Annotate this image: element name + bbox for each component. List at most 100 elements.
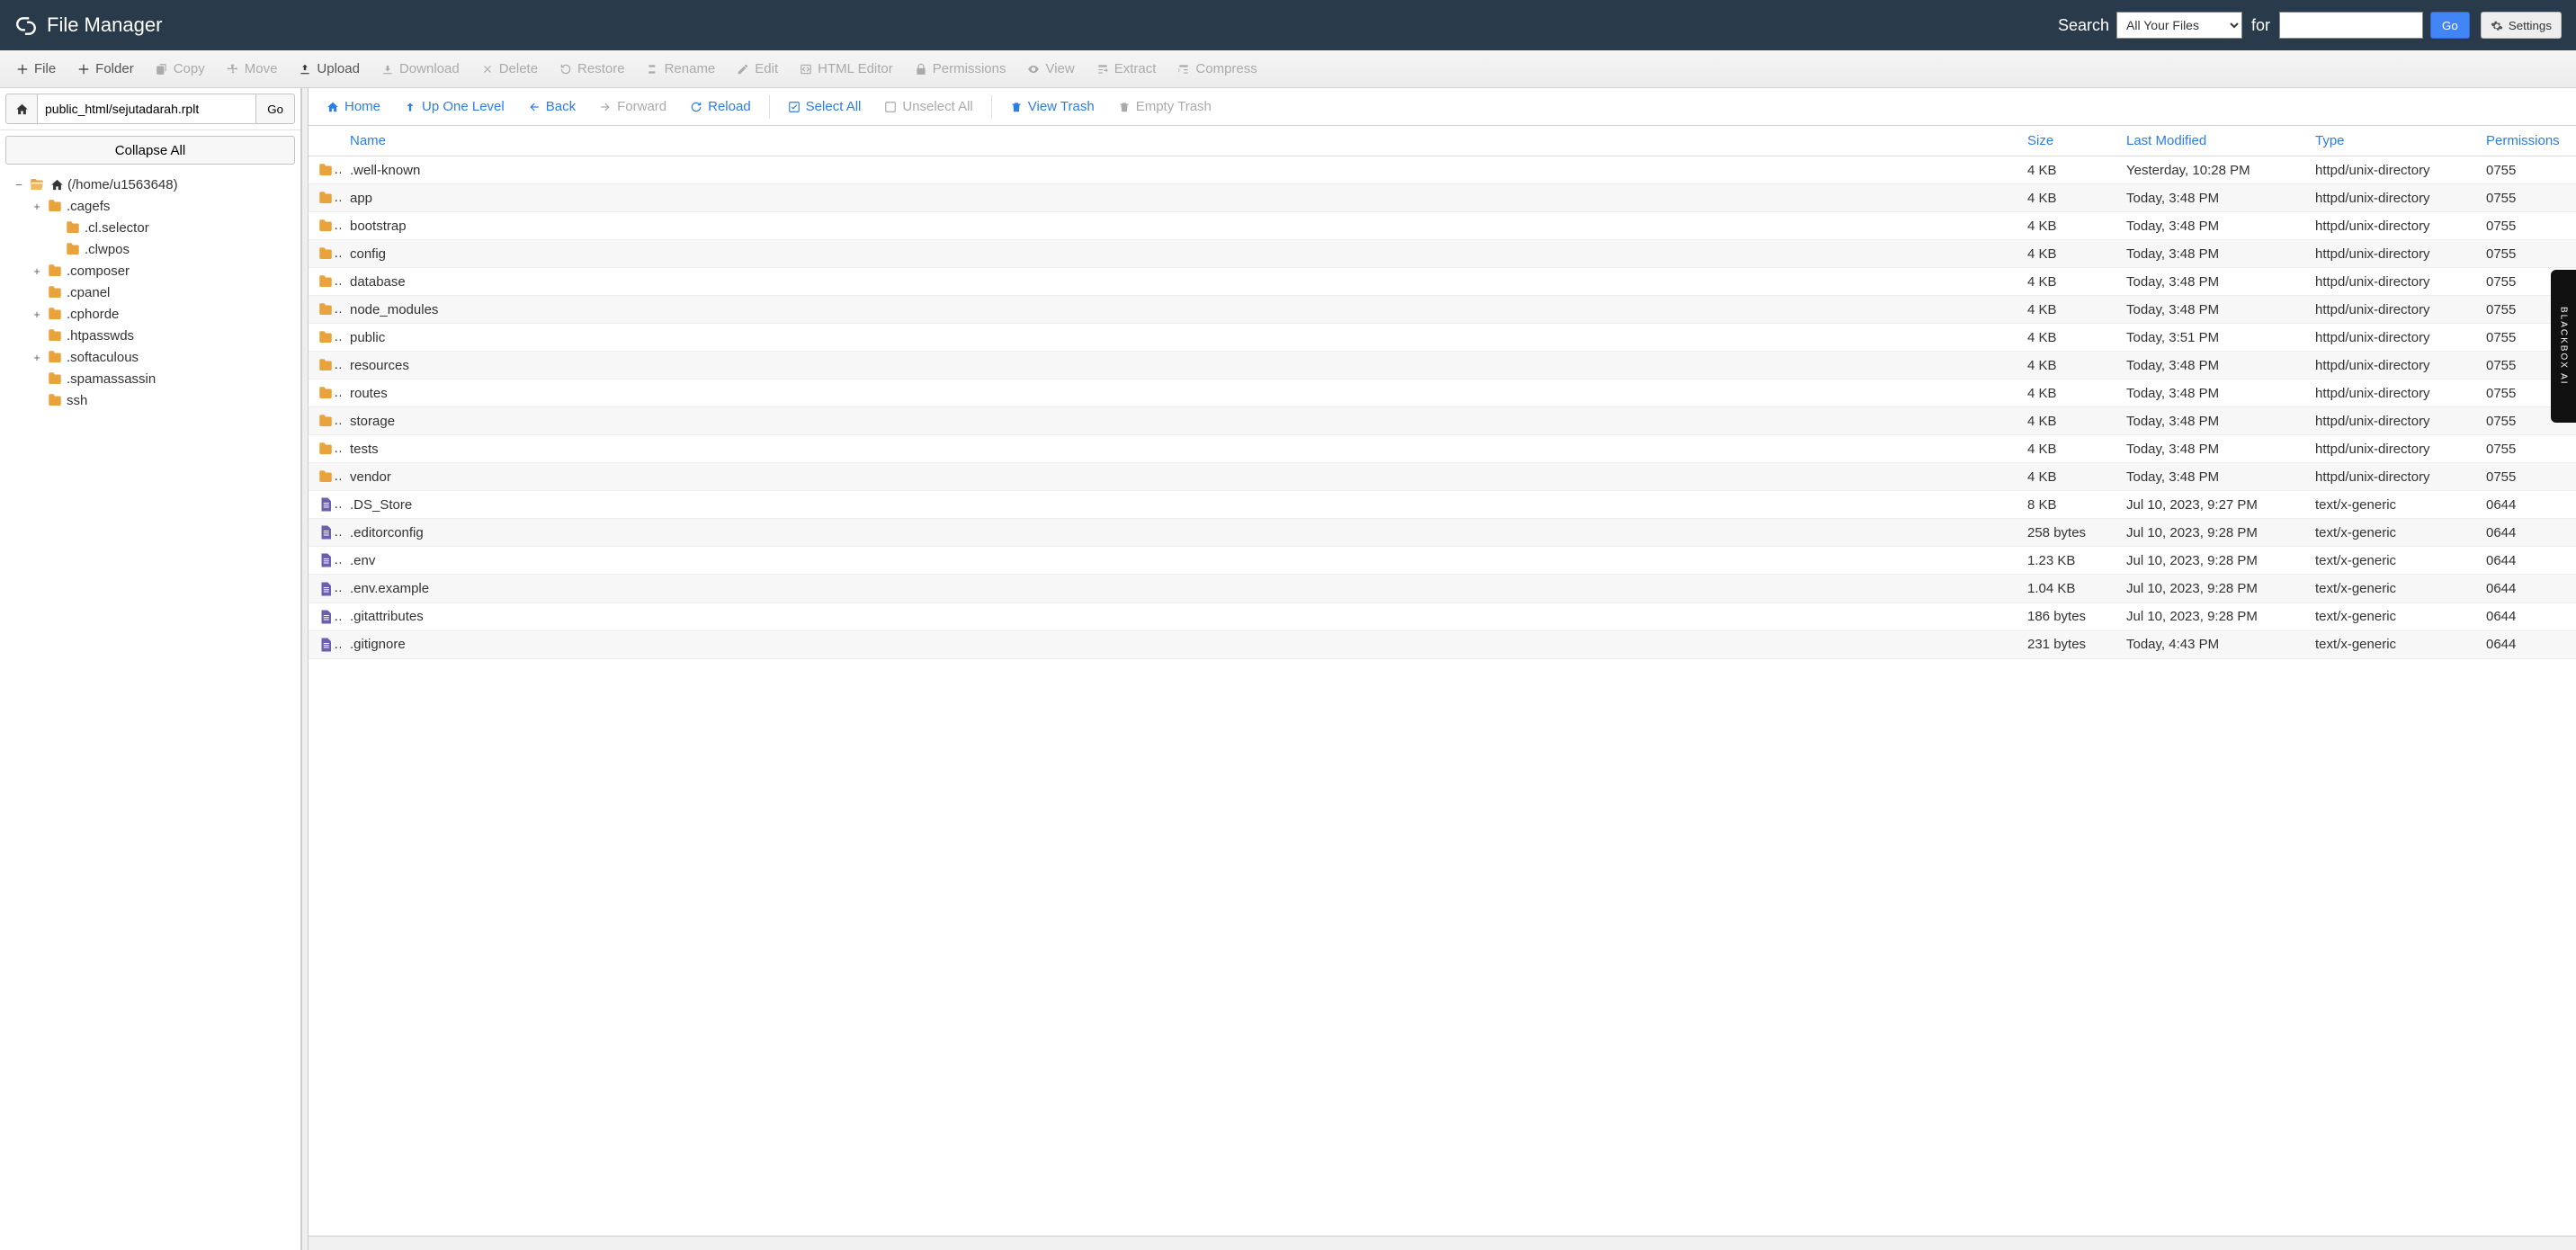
tree-item[interactable]: .cpanel <box>9 281 300 303</box>
cell-name: public <box>341 324 2018 352</box>
tree-item[interactable]: .htpasswds <box>9 325 300 346</box>
cell-modified: Today, 3:48 PM <box>2117 463 2306 491</box>
select-all-button[interactable]: Select All <box>779 94 871 120</box>
tree-item[interactable]: .clwpos <box>9 238 300 260</box>
restore-icon <box>559 61 572 76</box>
collapse-all-button[interactable]: Collapse All <box>5 136 295 165</box>
up-one-level-button[interactable]: Up One Level <box>395 94 514 120</box>
tree-toggle-icon[interactable]: + <box>31 308 43 321</box>
reload-button[interactable]: Reload <box>681 94 760 120</box>
table-row[interactable]: node_modules4 KBToday, 3:48 PMhttpd/unix… <box>309 296 2576 324</box>
app-logo[interactable]: File Manager <box>14 13 162 37</box>
table-row[interactable]: resources4 KBToday, 3:48 PMhttpd/unix-di… <box>309 352 2576 379</box>
back-button[interactable]: Back <box>519 94 585 120</box>
pane-resizer[interactable] <box>301 88 309 1250</box>
tree-toggle-icon[interactable]: + <box>31 264 43 278</box>
download-button[interactable]: Download <box>372 56 469 82</box>
home-button[interactable] <box>5 94 38 124</box>
cell-name: storage <box>341 407 2018 435</box>
tree-item[interactable]: + .cagefs <box>9 195 300 217</box>
table-row[interactable]: bootstrap4 KBToday, 3:48 PMhttpd/unix-di… <box>309 212 2576 240</box>
col-size[interactable]: Size <box>2018 126 2117 156</box>
check-square-icon <box>788 99 801 114</box>
new-folder-button[interactable]: Folder <box>68 56 143 82</box>
tree-toggle-icon[interactable]: + <box>31 200 43 213</box>
empty-trash-button[interactable]: Empty Trash <box>1109 94 1221 120</box>
folder-icon <box>65 219 81 236</box>
cell-type: text/x-generic <box>2306 547 2477 575</box>
table-row[interactable]: public4 KBToday, 3:51 PMhttpd/unix-direc… <box>309 324 2576 352</box>
col-perms[interactable]: Permissions <box>2477 126 2576 156</box>
delete-button[interactable]: Delete <box>472 56 547 82</box>
table-row[interactable]: .env1.23 KBJul 10, 2023, 9:28 PMtext/x-g… <box>309 547 2576 575</box>
download-icon <box>381 61 394 76</box>
eye-icon <box>1027 61 1040 76</box>
file-table-wrap[interactable]: Name Size Last Modified Type Permissions… <box>309 126 2576 1236</box>
tree-item[interactable]: + .composer <box>9 260 300 281</box>
extract-button[interactable]: Extract <box>1087 56 1166 82</box>
table-row[interactable]: .env.example1.04 KBJul 10, 2023, 9:28 PM… <box>309 575 2576 603</box>
col-modified[interactable]: Last Modified <box>2117 126 2306 156</box>
table-row[interactable]: .gitattributes186 bytesJul 10, 2023, 9:2… <box>309 603 2576 630</box>
table-row[interactable]: database4 KBToday, 3:48 PMhttpd/unix-dir… <box>309 268 2576 296</box>
tree-item[interactable]: .spamassassin <box>9 368 300 389</box>
search-scope-select[interactable]: All Your Files <box>2116 12 2242 39</box>
table-row[interactable]: tests4 KBToday, 3:48 PMhttpd/unix-direct… <box>309 435 2576 463</box>
copy-button[interactable]: Copy <box>147 56 214 82</box>
html-editor-button[interactable]: HTML Editor <box>791 56 902 82</box>
col-name[interactable]: Name <box>341 126 2018 156</box>
nav-home-button[interactable]: Home <box>318 94 389 120</box>
cell-modified: Today, 4:43 PM <box>2117 630 2306 658</box>
table-row[interactable]: vendor4 KBToday, 3:48 PMhttpd/unix-direc… <box>309 463 2576 491</box>
cell-name: tests <box>341 435 2018 463</box>
cell-modified: Today, 3:48 PM <box>2117 435 2306 463</box>
tree-item[interactable]: .cl.selector <box>9 217 300 238</box>
new-file-button[interactable]: File <box>7 56 65 82</box>
cell-size: 4 KB <box>2018 212 2117 240</box>
folder-icon <box>309 296 341 324</box>
folder-tree[interactable]: − (/home/u1563648)+ .cagefs .cl.selector… <box>0 170 300 1250</box>
table-header-row: Name Size Last Modified Type Permissions <box>309 126 2576 156</box>
tree-toggle-icon[interactable]: − <box>13 178 25 192</box>
tree-item-label: (/home/u1563648) <box>67 177 178 192</box>
view-button[interactable]: View <box>1018 56 1083 82</box>
table-row[interactable]: .DS_Store8 KBJul 10, 2023, 9:27 PMtext/x… <box>309 491 2576 519</box>
compress-button[interactable]: Compress <box>1168 56 1266 82</box>
upload-button[interactable]: Upload <box>290 56 369 82</box>
permissions-button[interactable]: Permissions <box>906 56 1015 82</box>
col-type[interactable]: Type <box>2306 126 2477 156</box>
delete-icon <box>481 61 494 76</box>
tree-item[interactable]: + .softaculous <box>9 346 300 368</box>
table-row[interactable]: app4 KBToday, 3:48 PMhttpd/unix-director… <box>309 184 2576 212</box>
settings-button[interactable]: Settings <box>2481 12 2562 39</box>
table-row[interactable]: routes4 KBToday, 3:48 PMhttpd/unix-direc… <box>309 379 2576 407</box>
forward-button[interactable]: Forward <box>590 94 675 120</box>
path-input[interactable] <box>38 94 256 124</box>
search-go-button[interactable]: Go <box>2430 12 2470 39</box>
table-row[interactable]: storage4 KBToday, 3:48 PMhttpd/unix-dire… <box>309 407 2576 435</box>
path-go-button[interactable]: Go <box>256 94 295 124</box>
restore-button[interactable]: Restore <box>550 56 634 82</box>
tree-toggle-icon[interactable]: + <box>31 351 43 364</box>
tree-item[interactable]: ssh <box>9 389 300 411</box>
folder-icon <box>47 306 63 322</box>
unselect-all-button[interactable]: Unselect All <box>875 94 981 120</box>
search-input[interactable] <box>2279 12 2423 39</box>
table-row[interactable]: config4 KBToday, 3:48 PMhttpd/unix-direc… <box>309 240 2576 268</box>
tree-item[interactable]: − (/home/u1563648) <box>9 174 300 195</box>
edit-button[interactable]: Edit <box>728 56 787 82</box>
view-trash-button[interactable]: View Trash <box>1001 94 1104 120</box>
cell-modified: Today, 3:48 PM <box>2117 240 2306 268</box>
rename-icon <box>647 61 659 76</box>
table-row[interactable]: .well-known4 KBYesterday, 10:28 PMhttpd/… <box>309 156 2576 184</box>
table-row[interactable]: .gitignore231 bytesToday, 4:43 PMtext/x-… <box>309 630 2576 658</box>
table-row[interactable]: .editorconfig258 bytesJul 10, 2023, 9:28… <box>309 519 2576 547</box>
blackbox-ai-tab[interactable]: BLACKBOX AI <box>2551 270 2576 423</box>
tree-item[interactable]: + .cphorde <box>9 303 300 325</box>
move-button[interactable]: Move <box>218 56 287 82</box>
horizontal-scrollbar[interactable] <box>309 1236 2576 1250</box>
cell-size: 4 KB <box>2018 296 2117 324</box>
file-icon <box>309 603 341 630</box>
cell-modified: Today, 3:48 PM <box>2117 212 2306 240</box>
rename-button[interactable]: Rename <box>638 56 725 82</box>
